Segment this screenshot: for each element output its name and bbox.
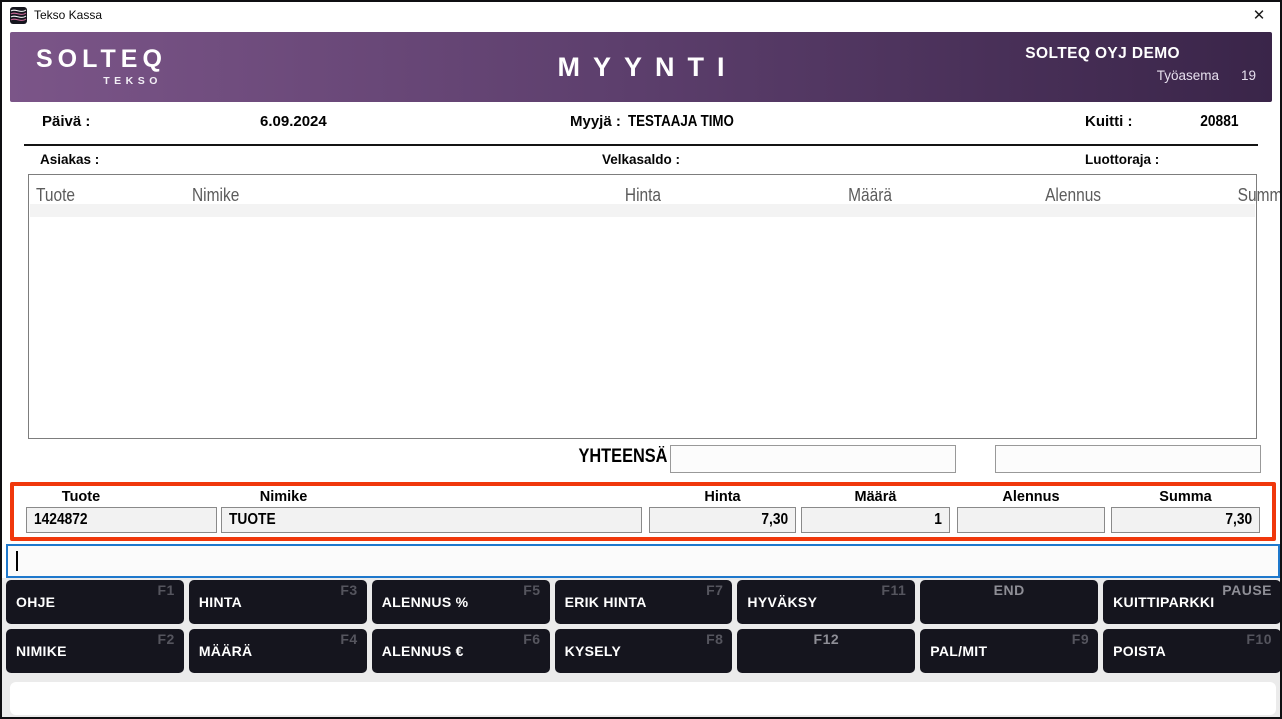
- receipt-label: Kuitti :: [1085, 113, 1133, 130]
- entry-group-maara: Määrä 1: [801, 488, 950, 533]
- seller-label: Myyjä :: [570, 113, 621, 130]
- workstation-label: Työasema: [1156, 68, 1219, 83]
- entry-tuote-label: Tuote: [61, 489, 101, 505]
- entry-hinta-label: Hinta: [704, 489, 741, 505]
- total-secondary-box: [995, 445, 1261, 473]
- customer-label: Asiakas :: [40, 152, 100, 167]
- seller-group: Myyjä : TESTAAJA TIMO: [570, 113, 751, 131]
- command-input[interactable]: [6, 544, 1280, 578]
- function-key-grid: F1 OHJE F3 HINTA F5 ALENNUS % F7 ERIK HINTA …: [6, 580, 1280, 673]
- close-icon[interactable]: ✕: [1248, 5, 1270, 27]
- kuittiparkki-button[interactable]: PAUSE KUITTIPARKKI: [1103, 580, 1280, 624]
- workstation-info: Työasema 19: [1025, 68, 1272, 83]
- tekso-kassa-window: Tekso Kassa ✕ SOLTEQ TEKSO MYYNTI SOLTEQ…: [0, 0, 1282, 719]
- entry-nimike-field[interactable]: TUOTE: [221, 507, 642, 533]
- table-header-row: Tuote Nimike Hinta Määrä Alennus Summa: [29, 175, 1280, 205]
- entry-group-alennus: Alennus: [957, 488, 1105, 533]
- company-name: SOLTEQ OYJ DEMO: [1025, 45, 1180, 62]
- total-label: YHTEENSÄ: [578, 446, 667, 467]
- date-value: 6.09.2024: [260, 113, 327, 130]
- col-alennus: Alennus: [1045, 185, 1102, 205]
- col-maara: Määrä: [848, 185, 893, 205]
- page-title: MYYNTI: [557, 52, 738, 82]
- logo-primary-text: SOLTEQ: [36, 45, 167, 73]
- ohje-button[interactable]: F1 OHJE: [6, 580, 184, 624]
- logo-secondary-text: TEKSO: [103, 75, 162, 87]
- text-cursor: [16, 551, 18, 571]
- entry-group-summa: Summa 7,30: [1111, 488, 1260, 533]
- workstation-number: 19: [1240, 68, 1256, 83]
- hyvaksy-button[interactable]: F11 HYVÄKSY: [737, 580, 916, 624]
- debt-balance-label: Velkasaldo :: [602, 152, 681, 167]
- entry-group-nimike: Nimike TUOTE: [221, 488, 642, 533]
- entry-tuote-field[interactable]: 1424872: [26, 507, 217, 533]
- entry-nimike-label: Nimike: [259, 489, 308, 505]
- status-bar: [10, 682, 1276, 715]
- f12-button[interactable]: F12: [737, 629, 916, 673]
- entry-summa-field[interactable]: 7,30: [1111, 507, 1260, 533]
- date-label: Päivä :: [42, 113, 91, 130]
- alennus-prosentti-button[interactable]: F5 ALENNUS %: [371, 580, 550, 624]
- entry-group-hinta: Hinta 7,30: [649, 488, 796, 533]
- total-amount-box: [670, 445, 956, 473]
- solteq-logo: SOLTEQ TEKSO: [36, 45, 167, 88]
- entry-summa-label: Summa: [1159, 489, 1212, 505]
- header-right-block: SOLTEQ OYJ DEMO Työasema 19: [1025, 45, 1272, 83]
- maara-button[interactable]: F4 MÄÄRÄ: [188, 629, 367, 673]
- customer-info-row: Asiakas : Velkasaldo : Luottoraja :: [2, 152, 1280, 170]
- entry-maara-field[interactable]: 1: [801, 507, 950, 533]
- col-hinta: Hinta: [624, 185, 662, 205]
- kysely-button[interactable]: F8 KYSELY: [554, 629, 733, 673]
- col-tuote: Tuote: [36, 185, 76, 205]
- seller-value: TESTAAJA TIMO: [627, 113, 734, 130]
- entry-hinta-field[interactable]: 7,30: [649, 507, 796, 533]
- hinta-button[interactable]: F3 HINTA: [188, 580, 367, 624]
- poista-button[interactable]: F10 POISTA: [1103, 629, 1280, 673]
- titlebar[interactable]: Tekso Kassa ✕: [2, 2, 1280, 29]
- credit-limit-label: Luottoraja :: [1085, 152, 1160, 167]
- table-body-empty: [29, 217, 1256, 438]
- solteq-app-icon: [10, 7, 27, 24]
- entry-alennus-label: Alennus: [1002, 489, 1060, 505]
- entry-group-tuote: Tuote 1424872: [26, 488, 217, 533]
- erik-hinta-button[interactable]: F7 ERIK HINTA: [554, 580, 733, 624]
- receipt-number: 20881: [1199, 113, 1238, 130]
- window-title: Tekso Kassa: [34, 8, 103, 22]
- entry-alennus-field[interactable]: [957, 507, 1105, 533]
- nimike-button[interactable]: F2 NIMIKE: [6, 629, 184, 673]
- table-current-row-highlight: [30, 204, 1255, 217]
- divider: [24, 144, 1258, 146]
- sale-lines-table: Tuote Nimike Hinta Määrä Alennus Summa: [28, 174, 1280, 439]
- pal-mit-button[interactable]: F9 PAL/MIT: [920, 629, 1099, 673]
- col-nimike: Nimike: [192, 185, 240, 205]
- entry-maara-label: Määrä: [854, 489, 897, 505]
- receipt-info-row: Päivä : 6.09.2024 Myyjä : TESTAAJA TIMO K…: [2, 113, 1280, 135]
- end-button[interactable]: END: [920, 580, 1099, 624]
- active-line-editor: Tuote 1424872 Nimike TUOTE Hinta 7,30 Mä…: [10, 482, 1276, 541]
- screen-header: SOLTEQ TEKSO MYYNTI SOLTEQ OYJ DEMO Työa…: [10, 32, 1272, 102]
- alennus-euro-button[interactable]: F6 ALENNUS €: [371, 629, 550, 673]
- col-summa: Summa: [1237, 185, 1282, 205]
